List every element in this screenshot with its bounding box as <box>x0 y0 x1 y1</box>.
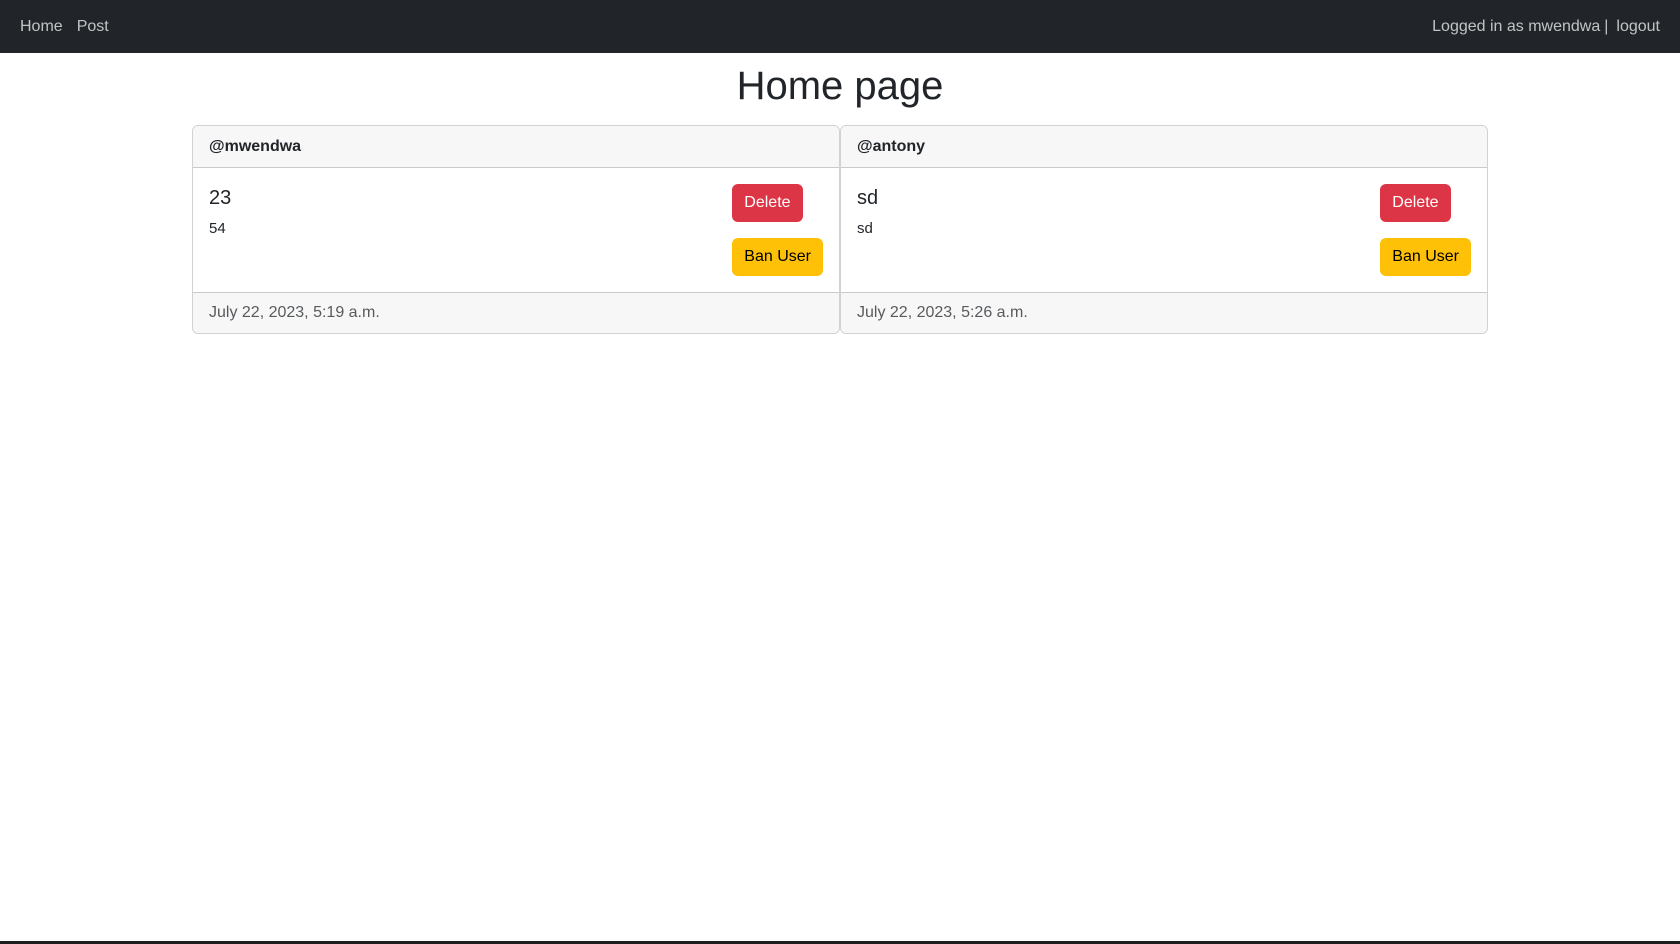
post-timestamp: July 22, 2023, 5:19 a.m. <box>193 292 839 333</box>
post-text: sd sd <box>857 184 878 276</box>
post-author: @mwendwa <box>193 126 839 168</box>
nav-separator: | <box>1604 17 1609 35</box>
post-author: @antony <box>841 126 1487 168</box>
logged-in-status: Logged in as mwendwa <box>1432 17 1601 35</box>
logout-link[interactable]: logout <box>1616 18 1660 36</box>
post-actions: Delete Ban User <box>1380 184 1471 276</box>
delete-button[interactable]: Delete <box>1380 184 1451 222</box>
post-content: sd <box>857 220 873 237</box>
top-navbar: Home Post Logged in as mwendwa | logout <box>0 0 1680 53</box>
post-title: sd <box>857 187 879 209</box>
post-body: 23 54 Delete Ban User <box>193 168 839 292</box>
post-timestamp: July 22, 2023, 5:26 a.m. <box>841 292 1487 333</box>
post-card: @antony sd sd Delete Ban User July 22, 2… <box>840 125 1488 334</box>
ban-user-button[interactable]: Ban User <box>1380 238 1471 276</box>
post-card: @mwendwa 23 54 Delete Ban User July 22, … <box>192 125 840 334</box>
post-body: sd sd Delete Ban User <box>841 168 1487 292</box>
nav-post-link[interactable]: Post <box>77 18 109 36</box>
nav-home-link[interactable]: Home <box>20 18 63 36</box>
post-content: 54 <box>209 220 226 237</box>
nav-left-group: Home Post <box>20 18 123 36</box>
nav-right-group: Logged in as mwendwa | logout <box>1432 18 1660 36</box>
ban-user-button[interactable]: Ban User <box>732 238 823 276</box>
post-title: 23 <box>209 187 232 209</box>
post-text: 23 54 <box>209 184 231 276</box>
post-actions: Delete Ban User <box>732 184 823 276</box>
delete-button[interactable]: Delete <box>732 184 803 222</box>
post-cards-row: @mwendwa 23 54 Delete Ban User July 22, … <box>192 125 1488 334</box>
page-title: Home page <box>736 64 944 108</box>
